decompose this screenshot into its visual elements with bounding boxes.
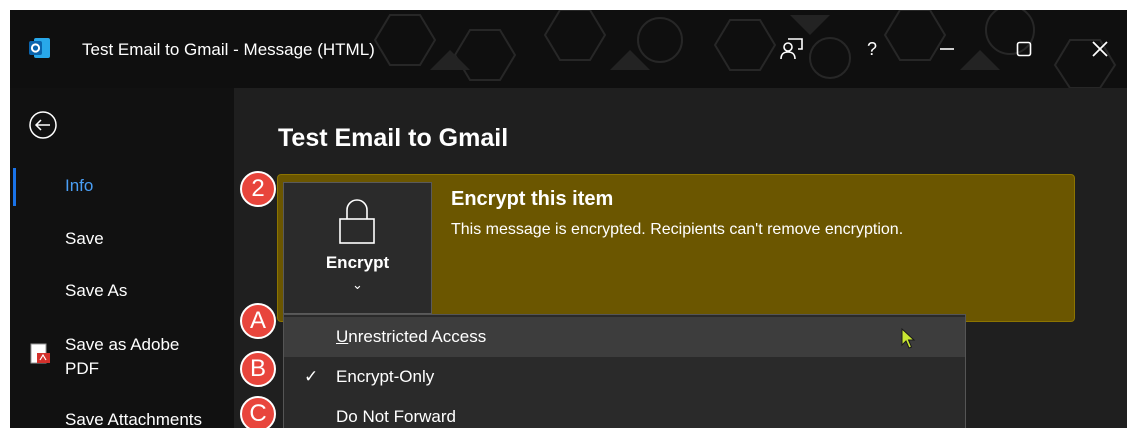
page-title: Test Email to Gmail <box>278 124 509 152</box>
menu-item-label: Encrypt-Only <box>336 367 435 386</box>
sidebar-item-label-line2: PDF <box>65 359 99 378</box>
info-bar-heading: Encrypt this item <box>451 188 614 210</box>
sidebar-item-save-attachments[interactable]: Save Attachments <box>65 410 202 428</box>
chevron-down-icon: ⌄ <box>352 277 363 292</box>
annotation-badge-a: A <box>240 303 276 339</box>
close-button[interactable] <box>1083 34 1117 64</box>
feedback-icon <box>780 38 803 60</box>
backstage-sidebar: Info Save Save As Save as Adobe PDF Save… <box>10 88 234 428</box>
sidebar-item-save-as-adobe-pdf[interactable]: Save as Adobe PDF <box>65 333 179 381</box>
sidebar-item-save[interactable]: Save <box>65 229 104 249</box>
access-key: U <box>336 327 349 346</box>
minimize-icon <box>940 48 954 50</box>
adobe-pdf-icon <box>30 343 50 364</box>
main-content: Test Email to Gmail Encrypt ⌄ Encrypt th… <box>234 88 1127 428</box>
sidebar-item-info[interactable]: Info <box>65 176 93 196</box>
encrypt-button[interactable]: Encrypt ⌄ <box>283 182 432 314</box>
checkmark-icon: ✓ <box>304 367 319 386</box>
menu-item-label: Do Not Forward <box>336 407 456 426</box>
menu-item-encrypt-only[interactable]: ✓ Encrypt-Only <box>284 357 965 397</box>
menu-item-label: Unrestricted Access <box>336 327 487 346</box>
encrypt-button-label: Encrypt <box>325 253 390 272</box>
maximize-icon <box>1016 41 1032 57</box>
info-bar-description: This message is encrypted. Recipients ca… <box>451 221 904 238</box>
close-icon <box>1092 41 1108 57</box>
active-indicator <box>13 168 16 206</box>
sidebar-item-label: Save as Adobe <box>65 335 180 354</box>
help-icon: ? <box>866 38 877 59</box>
encrypt-dropdown-menu: Unrestricted Access ✓ Encrypt-Only Do No… <box>283 314 966 428</box>
annotation-badge-2: 2 <box>240 171 276 207</box>
feedback-button[interactable] <box>775 34 809 64</box>
window-title: Test Email to Gmail - Message (HTML) <box>82 40 375 59</box>
menu-item-unrestricted-access[interactable]: Unrestricted Access <box>284 317 965 357</box>
lock-icon <box>339 199 375 244</box>
minimize-button[interactable] <box>930 34 964 64</box>
sidebar-item-save-as[interactable]: Save As <box>65 281 127 301</box>
annotation-badge-c: C <box>240 396 276 428</box>
menu-item-do-not-forward[interactable]: Do Not Forward <box>284 397 965 428</box>
outlook-logo-icon <box>29 38 50 58</box>
help-button[interactable]: ? <box>855 34 889 64</box>
title-bar: Test Email to Gmail - Message (HTML) ? <box>10 10 1127 88</box>
outlook-message-window: Test Email to Gmail - Message (HTML) ? I… <box>10 10 1127 428</box>
annotation-badge-b: B <box>240 351 276 387</box>
maximize-button[interactable] <box>1007 34 1041 64</box>
mouse-cursor-icon <box>901 328 916 349</box>
back-arrow-icon[interactable] <box>28 110 58 140</box>
